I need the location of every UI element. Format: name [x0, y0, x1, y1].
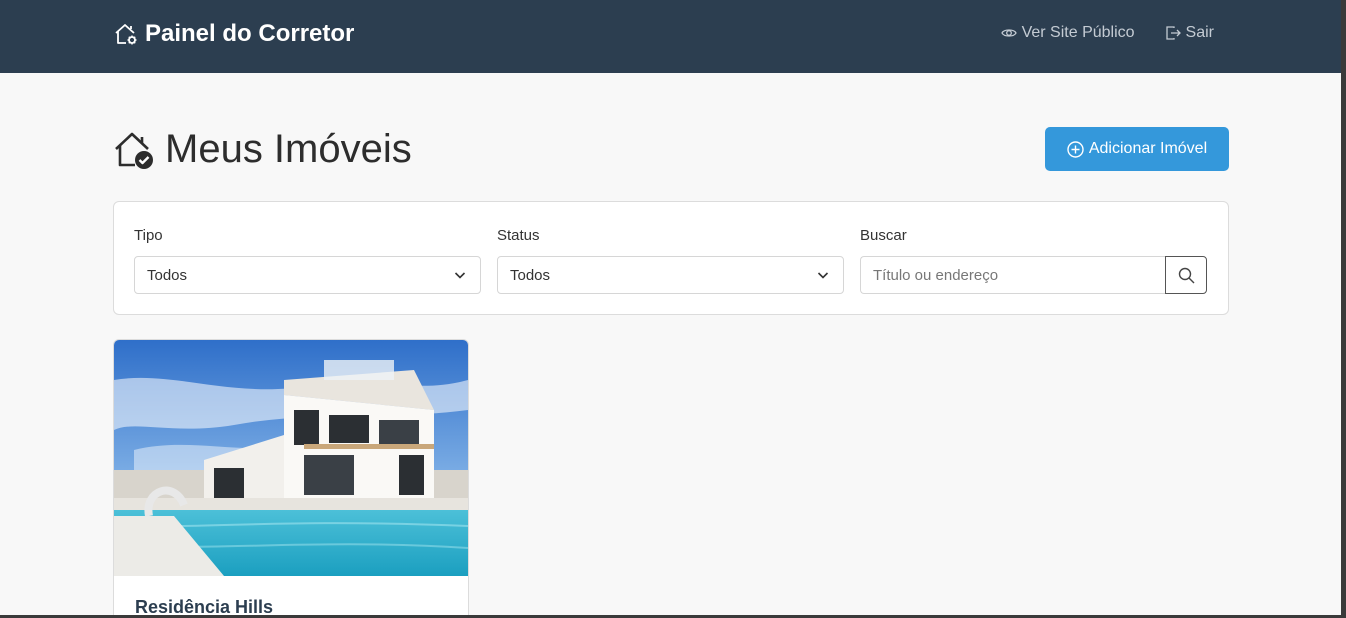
house-check-icon — [115, 132, 153, 169]
tipo-select[interactable]: Todos — [134, 256, 481, 294]
brand-title: Painel do Corretor — [145, 20, 355, 47]
view-public-site-link[interactable]: Ver Site Público — [1000, 24, 1135, 42]
app-viewport: Painel do Corretor Ver Site Público Sair — [0, 0, 1341, 615]
search-label: Buscar — [860, 227, 907, 244]
logout-icon — [1165, 26, 1181, 40]
brand-link[interactable]: Painel do Corretor — [113, 20, 354, 48]
search-input[interactable] — [860, 256, 1166, 294]
house-gear-icon — [115, 24, 137, 45]
add-property-label: Adicionar Imóvel — [1088, 140, 1208, 157]
status-selected-value: Todos — [510, 266, 551, 284]
page-title: Meus Imóveis — [165, 127, 412, 171]
tipo-label: Tipo — [134, 227, 163, 244]
property-image — [114, 340, 468, 576]
top-navbar: Painel do Corretor Ver Site Público Sair — [0, 0, 1341, 73]
eye-icon — [1000, 29, 1017, 37]
view-public-site-label: Ver Site Público — [1021, 24, 1135, 41]
status-label: Status — [497, 227, 540, 244]
filters-panel: Tipo Todos Status Todos Buscar — [113, 201, 1229, 315]
property-title: Residência Hills — [135, 597, 274, 615]
page-header: Meus Imóveis — [113, 127, 412, 172]
search-icon — [1178, 267, 1194, 283]
chevron-down-icon — [817, 272, 829, 279]
add-property-button[interactable]: Adicionar Imóvel — [1045, 127, 1229, 171]
search-button[interactable] — [1165, 256, 1207, 294]
tipo-selected-value: Todos — [147, 266, 188, 284]
plus-circle-icon — [1067, 140, 1084, 158]
chevron-down-icon — [454, 272, 466, 279]
status-select[interactable]: Todos — [497, 256, 844, 294]
property-card[interactable]: Residência Hills — [113, 339, 469, 615]
logout-link[interactable]: Sair — [1165, 24, 1214, 42]
logout-label: Sair — [1185, 24, 1214, 41]
nav-links: Ver Site Público Sair — [1000, 24, 1214, 42]
